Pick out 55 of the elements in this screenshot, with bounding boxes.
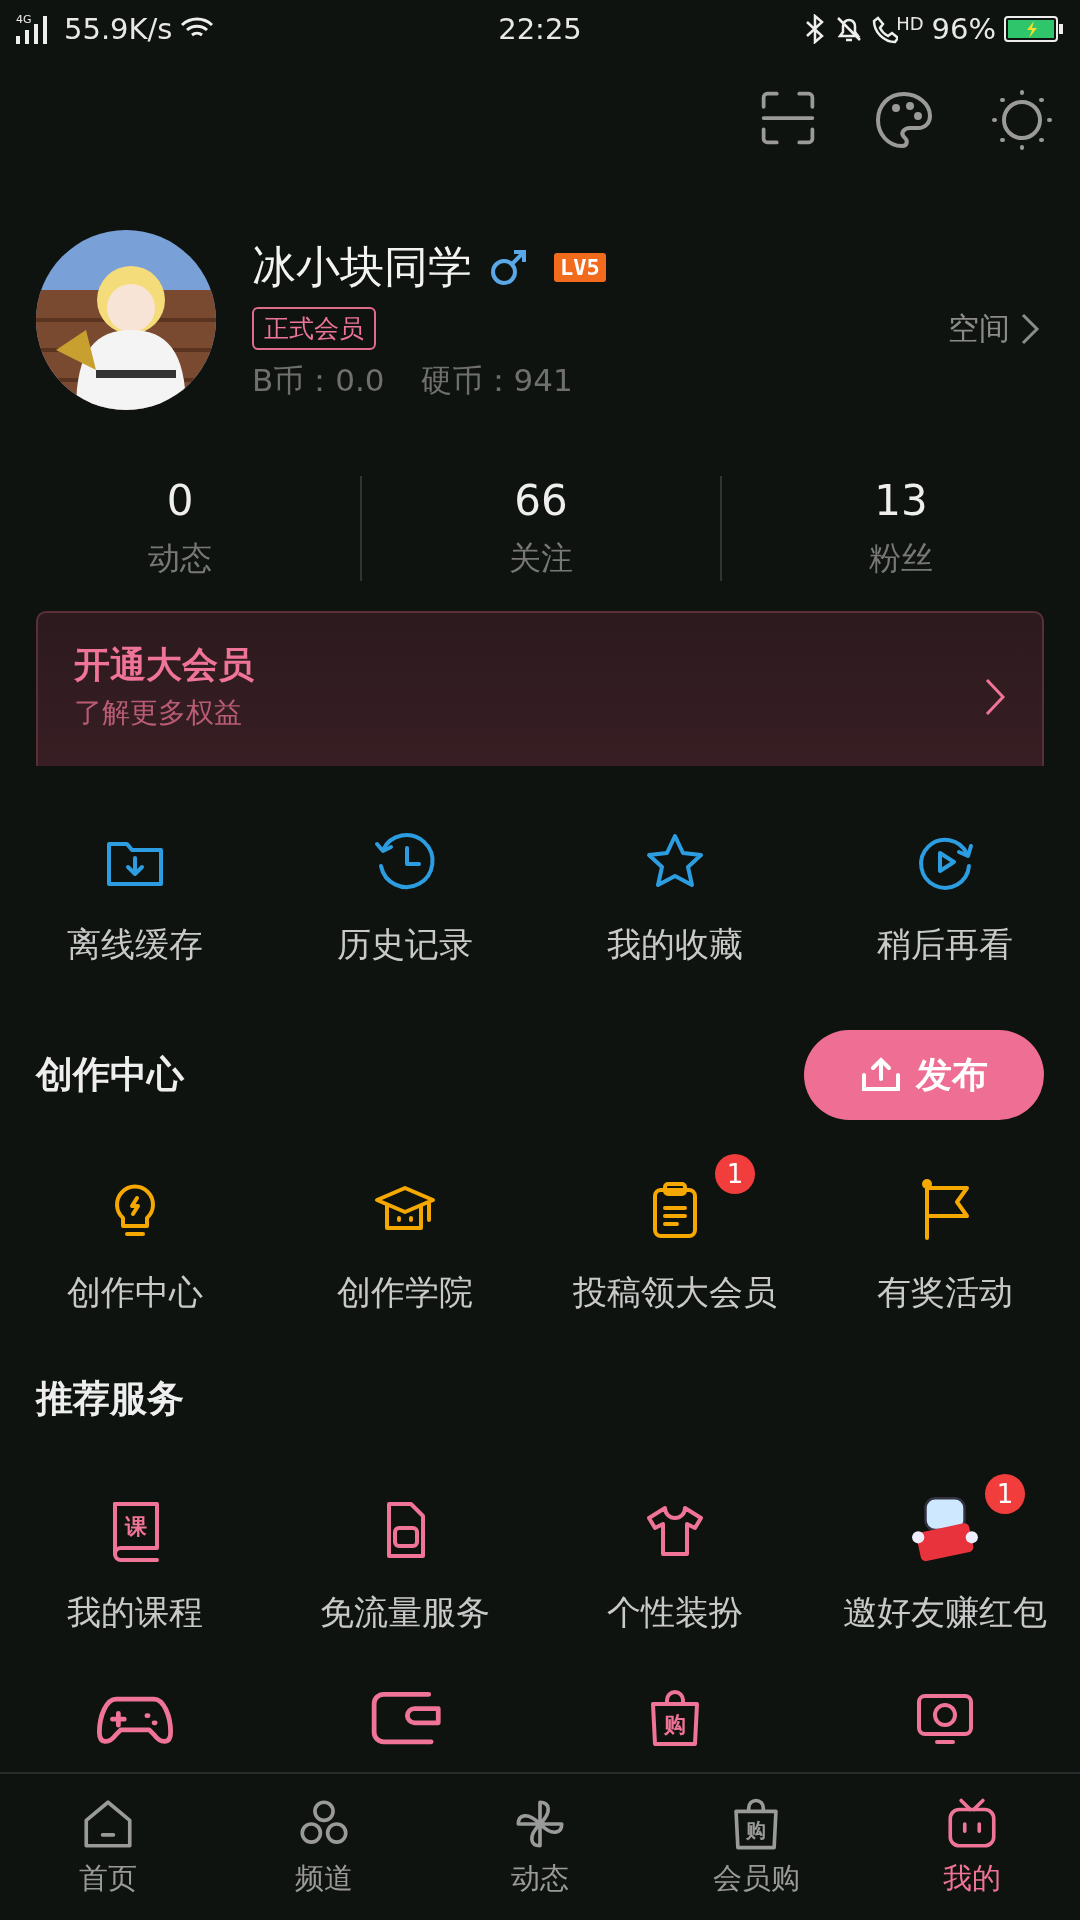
menu-item[interactable]: 免流量服务: [270, 1470, 540, 1636]
shopping-bag-icon: [651, 1690, 699, 1746]
bag-glyph: 购: [746, 1818, 766, 1842]
phone-icon: [872, 14, 899, 44]
network-speed: 55.9K/s: [64, 12, 173, 46]
menu-item[interactable]: 1 邀好友赚红包: [810, 1470, 1080, 1636]
stat-label: 粉丝: [869, 538, 933, 579]
upload-icon: [860, 1057, 902, 1093]
chevron-right-icon: [984, 677, 1006, 717]
level-badge: LV5: [554, 253, 606, 282]
clock-time: 22:25: [498, 12, 582, 46]
battery-percent: 96%: [931, 12, 996, 46]
menu-item[interactable]: 我的收藏: [540, 802, 810, 968]
shopping-bag-icon: [734, 1798, 778, 1850]
tab-bar-item[interactable]: 频道: [216, 1774, 432, 1920]
b-coin-balance: B币：0.0: [252, 361, 385, 400]
network-type: 4G: [16, 13, 32, 26]
user-name: 冰小块同学: [252, 240, 472, 294]
tab-bar-item[interactable]: 我的: [864, 1774, 1080, 1920]
menu-item[interactable]: 稍后再看: [810, 802, 1080, 968]
tab-bar-item[interactable]: 购 会员购: [648, 1774, 864, 1920]
chevron-right-icon: [1020, 311, 1040, 346]
stat-label: 关注: [509, 538, 573, 579]
menu-item[interactable]: 创作学院: [270, 1150, 540, 1316]
male-icon: [488, 247, 528, 288]
stat-value: 13: [874, 476, 928, 525]
menu-item[interactable]: 购: [540, 1658, 810, 1760]
menu-item[interactable]: 离线缓存: [0, 802, 270, 968]
stat-value: 66: [514, 476, 568, 525]
space-link[interactable]: 空间: [948, 307, 1040, 350]
book-icon: [113, 1502, 159, 1562]
notification-badge: 1: [715, 1154, 755, 1194]
tab-bar-item[interactable]: 首页: [0, 1774, 216, 1920]
hd-label: HD: [896, 12, 924, 34]
vip-banner[interactable]: 开通大会员 了解更多权益: [36, 611, 1044, 766]
tab-bar-item[interactable]: 动态: [432, 1774, 648, 1920]
menu-item[interactable]: 创作中心: [0, 1150, 270, 1316]
menu-item[interactable]: 个性装扮: [540, 1470, 810, 1636]
member-tag: 正式会员: [252, 307, 376, 350]
coin-count: 硬币：941: [420, 361, 573, 400]
vip-subtitle: 了解更多权益: [74, 695, 243, 731]
menu-item[interactable]: 1 投稿领大会员: [540, 1150, 810, 1316]
section-title: 创作中心: [36, 1052, 184, 1098]
bag-glyph: 购: [664, 1712, 686, 1737]
menu-item[interactable]: 课 我的课程: [0, 1470, 270, 1636]
section-title: 推荐服务: [36, 1376, 184, 1422]
vip-title: 开通大会员: [74, 643, 255, 687]
battery-charging-icon: [1004, 15, 1064, 43]
stat-value: 0: [166, 476, 194, 525]
stat-label: 动态: [148, 538, 212, 579]
menu-item[interactable]: 有奖活动: [810, 1150, 1080, 1316]
notification-badge: 1: [985, 1474, 1025, 1514]
menu-item[interactable]: 历史记录: [270, 802, 540, 968]
brightness-icon: [990, 88, 1054, 152]
book-glyph: 课: [125, 1514, 147, 1539]
